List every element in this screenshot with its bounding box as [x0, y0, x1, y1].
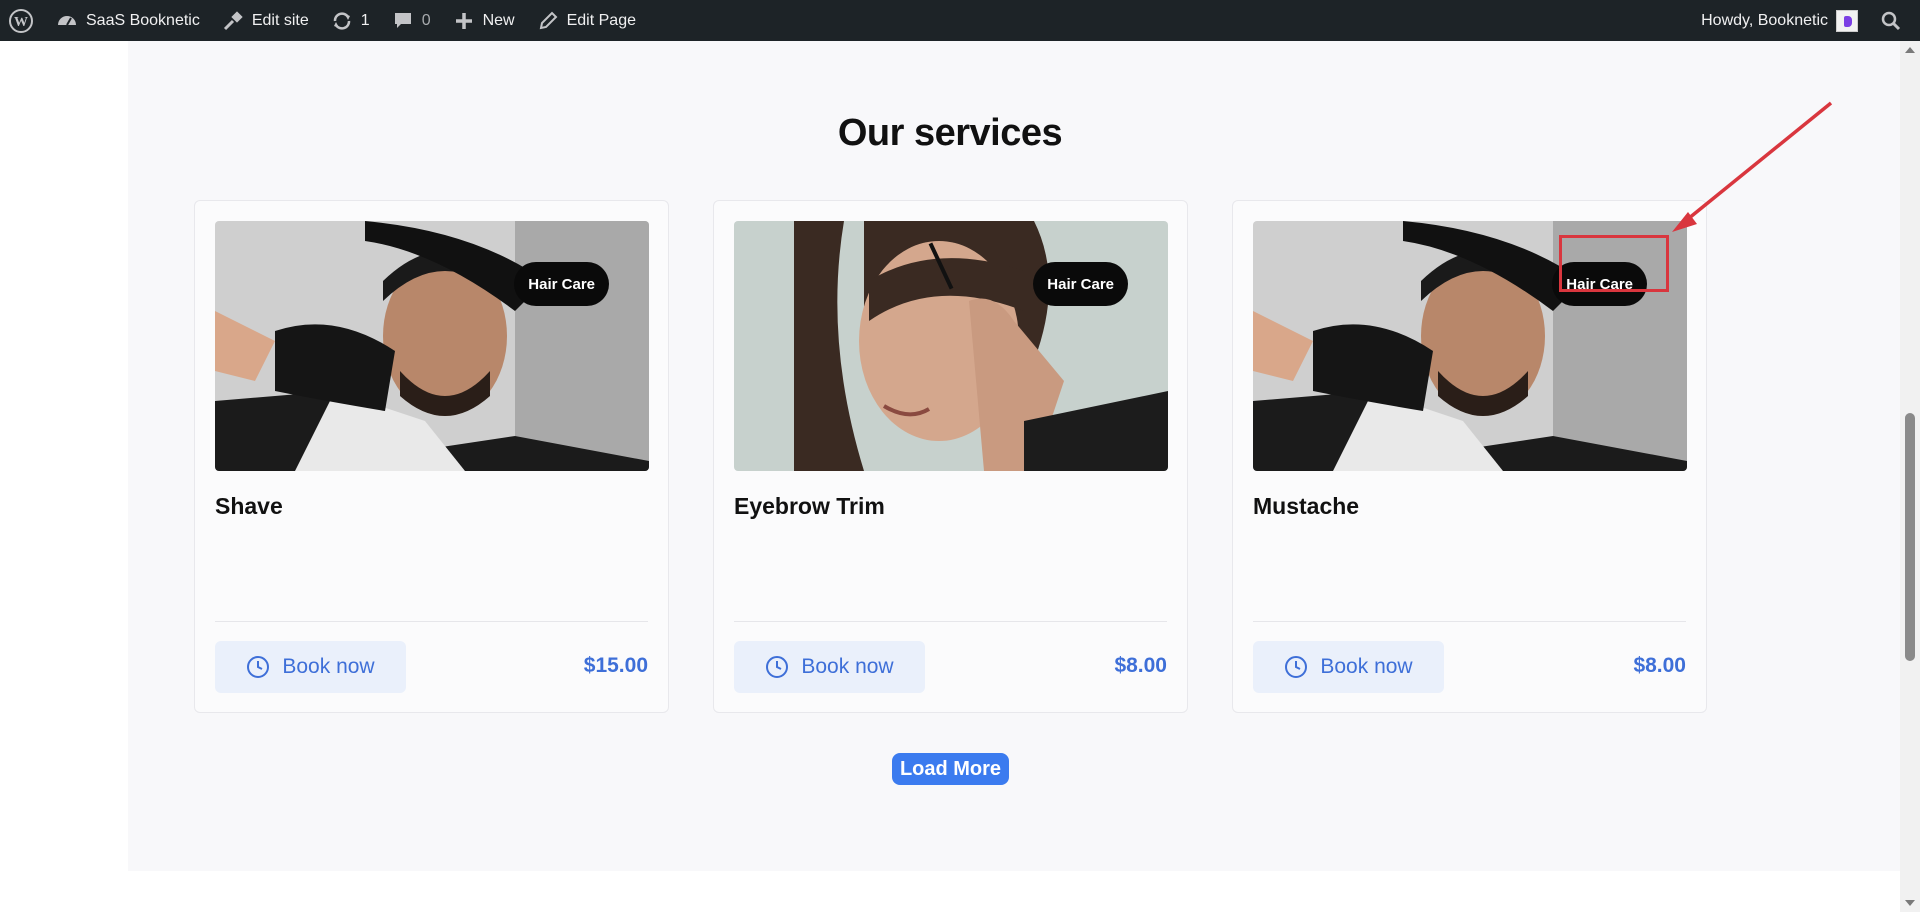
category-badge: Hair Care	[1033, 262, 1128, 306]
annotation-highlight-box	[1559, 235, 1669, 292]
comments-count: 0	[421, 11, 431, 29]
edit-site-label: Edit site	[251, 11, 309, 29]
book-now-label: Book now	[1320, 655, 1413, 678]
updates-icon	[331, 10, 353, 32]
updates-link[interactable]: 1	[320, 0, 381, 41]
clock-icon	[765, 655, 789, 679]
pencil-icon	[537, 10, 559, 32]
new-content-menu[interactable]: New	[442, 0, 526, 41]
edit-site-link[interactable]: Edit site	[211, 0, 320, 41]
card-divider	[1253, 621, 1686, 622]
card-divider	[215, 621, 648, 622]
service-price: $8.00	[1114, 654, 1167, 677]
service-image: Hair Care	[215, 221, 649, 471]
new-label: New	[482, 11, 515, 29]
service-image: Hair Care	[734, 221, 1168, 471]
updates-count: 1	[360, 11, 370, 29]
service-name: Mustache	[1253, 493, 1360, 519]
site-name-menu[interactable]: SaaS Booknetic	[45, 0, 211, 41]
dashboard-icon	[56, 10, 78, 32]
wp-logo-menu[interactable]: W	[0, 0, 45, 41]
book-now-button[interactable]: Book now	[1253, 641, 1444, 693]
service-price: $8.00	[1633, 654, 1686, 677]
service-price: $15.00	[583, 654, 648, 677]
service-card-eyebrow-trim[interactable]: Hair Care Eyebrow Trim Book now $8.00	[713, 200, 1188, 713]
scrollbar-thumb[interactable]	[1905, 413, 1915, 661]
book-now-label: Book now	[282, 655, 375, 678]
section-title: Our services	[837, 112, 1063, 154]
wordpress-icon: W	[8, 8, 34, 34]
clock-icon	[1284, 655, 1308, 679]
comments-link[interactable]: 0	[381, 0, 442, 41]
service-card-shave[interactable]: Hair Care Shave Book now $15.00	[194, 200, 669, 713]
edit-page-link[interactable]: Edit Page	[526, 0, 647, 41]
card-divider	[734, 621, 1167, 622]
page-scrollbar[interactable]	[1900, 41, 1920, 912]
book-now-button[interactable]: Book now	[734, 641, 925, 693]
svg-text:W: W	[14, 15, 28, 30]
howdy-label: Howdy, Booknetic	[1701, 11, 1828, 29]
plus-icon	[453, 10, 475, 32]
service-name: Shave	[215, 493, 283, 519]
admin-bar: W SaaS Booknetic Edit site 1 0 New Edit …	[0, 0, 1920, 41]
book-now-button[interactable]: Book now	[215, 641, 406, 693]
comment-icon	[392, 10, 414, 32]
category-badge: Hair Care	[514, 262, 609, 306]
edit-page-label: Edit Page	[566, 11, 636, 29]
avatar	[1836, 9, 1858, 32]
load-more-button[interactable]: Load More	[892, 753, 1009, 785]
book-now-label: Book now	[801, 655, 894, 678]
my-account-menu[interactable]: Howdy, Booknetic	[1690, 0, 1869, 41]
scroll-up-icon[interactable]	[1905, 47, 1915, 53]
brush-icon	[222, 10, 244, 32]
scroll-down-icon[interactable]	[1905, 900, 1915, 906]
search-button[interactable]	[1869, 0, 1920, 41]
site-name-label: SaaS Booknetic	[86, 11, 200, 29]
clock-icon	[246, 655, 270, 679]
service-name: Eyebrow Trim	[734, 493, 885, 519]
search-icon	[1880, 10, 1902, 32]
